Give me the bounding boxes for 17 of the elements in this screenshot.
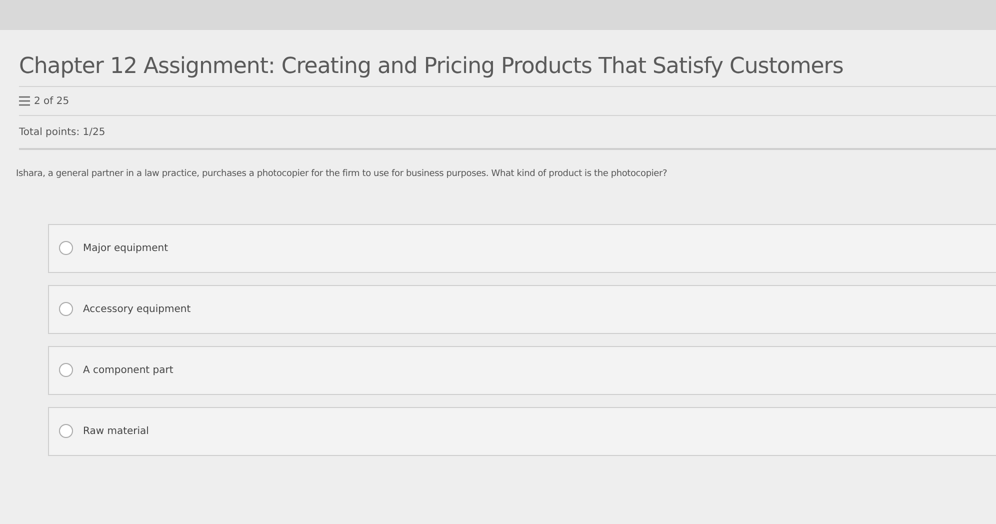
question-text: Ishara, a general partner in a law practice, purchases a photocopier for the firm to use for business purposes. What kind of product is the photocopier? [15,168,668,181]
option-label: A component part [83,364,174,378]
answer-option[interactable]: Raw material [48,406,996,456]
assignment-title: Chapter 12 Assignment: Creating and Pricing Products That Satisfy Customers [19,53,844,81]
list-icon[interactable] [19,96,30,106]
radio-button[interactable] [59,241,73,255]
answer-option[interactable]: Accessory equipment [48,284,996,334]
answer-option[interactable]: Major equipment [48,224,996,272]
radio-button[interactable] [59,363,73,377]
radio-button[interactable] [59,424,73,438]
option-label: Raw material [83,424,149,438]
question-counter: 2 of 25 [34,94,70,108]
answer-option[interactable]: A component part [48,346,996,394]
radio-button[interactable] [59,302,73,316]
option-label: Major equipment [83,242,168,256]
total-points: Total points: 1/25 [19,126,106,140]
option-label: Accessory equipment [83,302,191,316]
